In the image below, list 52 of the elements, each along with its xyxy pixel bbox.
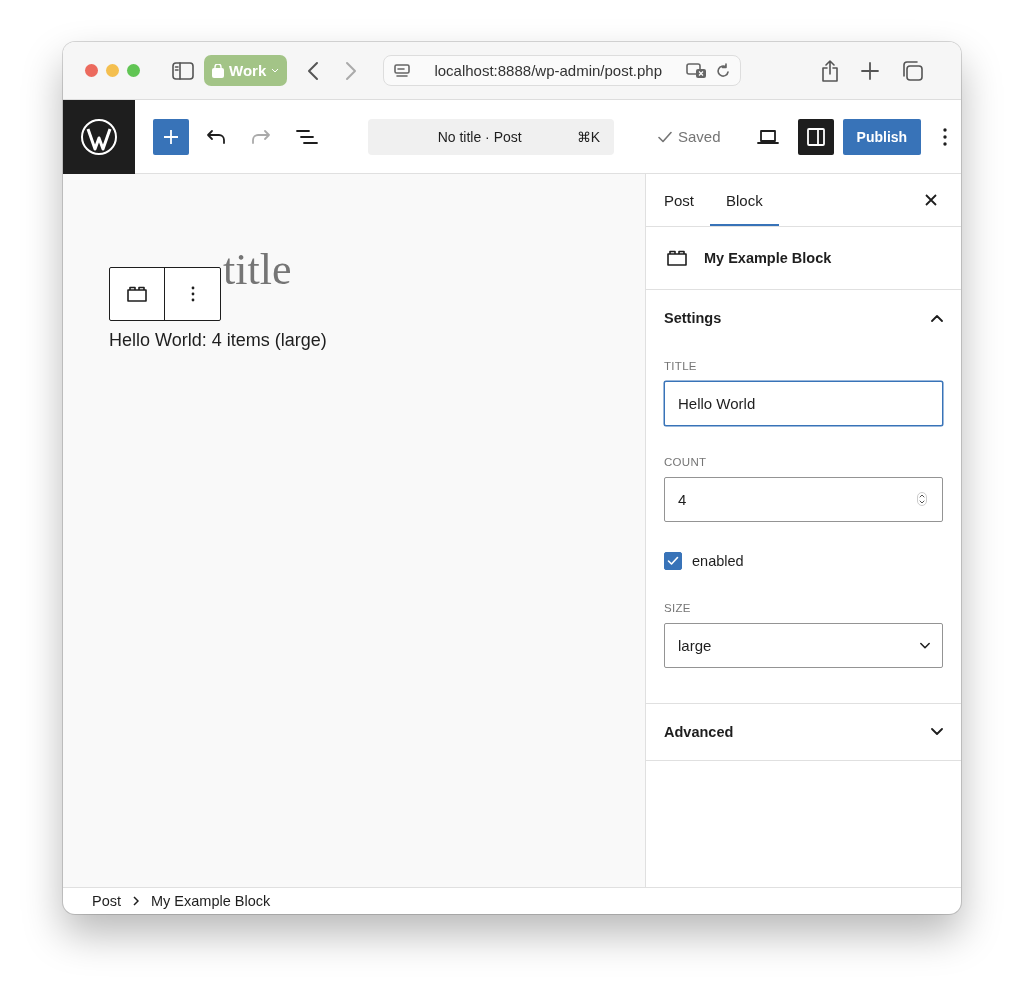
undo-icon[interactable] — [206, 128, 226, 145]
saved-status[interactable]: Saved — [652, 127, 727, 146]
wordpress-logo[interactable] — [63, 99, 135, 174]
field-label: SIZE — [664, 602, 692, 614]
new-tab-icon[interactable] — [861, 61, 880, 80]
check-icon — [658, 130, 672, 143]
close-window-icon[interactable] — [85, 64, 98, 77]
sidebar-tab[interactable]: Block — [710, 174, 779, 226]
block-paragraph[interactable]: Hello World: 4 items (large) — [109, 330, 645, 352]
more-options-icon — [190, 286, 195, 302]
list-view-icon[interactable] — [296, 128, 318, 145]
sidebar-icon[interactable] — [172, 61, 194, 80]
tabs-overview-icon[interactable] — [901, 60, 924, 81]
chevron-down-icon — [920, 641, 930, 650]
checkmark-icon — [667, 556, 679, 566]
chevron-right-icon — [133, 896, 139, 906]
chevron-up-icon — [931, 314, 943, 322]
breadcrumb-link[interactable]: Post — [92, 893, 121, 909]
panel-header[interactable]: Advanced — [664, 704, 943, 760]
bag-icon — [212, 63, 224, 78]
page-icon — [394, 63, 411, 78]
translate-icon[interactable] — [686, 62, 709, 79]
chevron-down-icon — [931, 728, 943, 736]
add-block-button[interactable] — [153, 118, 189, 155]
checkbox-label: enabled — [692, 553, 744, 569]
laptop-preview-icon[interactable] — [756, 129, 779, 144]
sidebar-tab[interactable]: Post — [648, 174, 710, 226]
size-select[interactable]: large — [664, 623, 943, 668]
share-icon[interactable] — [821, 59, 840, 82]
back-icon[interactable] — [307, 60, 320, 81]
field-label: TITLE — [664, 360, 698, 372]
block-name: My Example Block — [704, 250, 832, 266]
title-field[interactable]: Hello World — [664, 381, 943, 426]
chevron-down-icon — [271, 68, 280, 73]
more-options-icon[interactable] — [943, 127, 948, 146]
publish-button[interactable]: Publish — [842, 118, 922, 155]
plus-icon — [163, 128, 179, 145]
breadcrumb-link[interactable]: My Example Block — [151, 893, 271, 909]
sidebar-panel-icon — [805, 126, 826, 147]
block-icon — [126, 286, 148, 302]
field-label: COUNT — [664, 456, 708, 468]
reload-icon[interactable] — [716, 62, 731, 79]
title-placeholder[interactable]: title — [223, 246, 292, 295]
spinner-icon[interactable] — [917, 492, 927, 506]
count-field[interactable]: 4 — [664, 477, 943, 522]
panel-header[interactable]: Settings — [664, 290, 943, 346]
checkbox[interactable] — [664, 552, 682, 570]
block-icon — [666, 250, 688, 266]
sidebar-toggle-button[interactable] — [797, 118, 834, 155]
command-palette-button[interactable]: No title · Post ⌘K — [368, 118, 614, 155]
address-bar[interactable]: localhost:8888/wp-admin/post.php — [383, 55, 742, 86]
url-text: localhost:8888/wp-admin/post.php — [433, 62, 664, 79]
